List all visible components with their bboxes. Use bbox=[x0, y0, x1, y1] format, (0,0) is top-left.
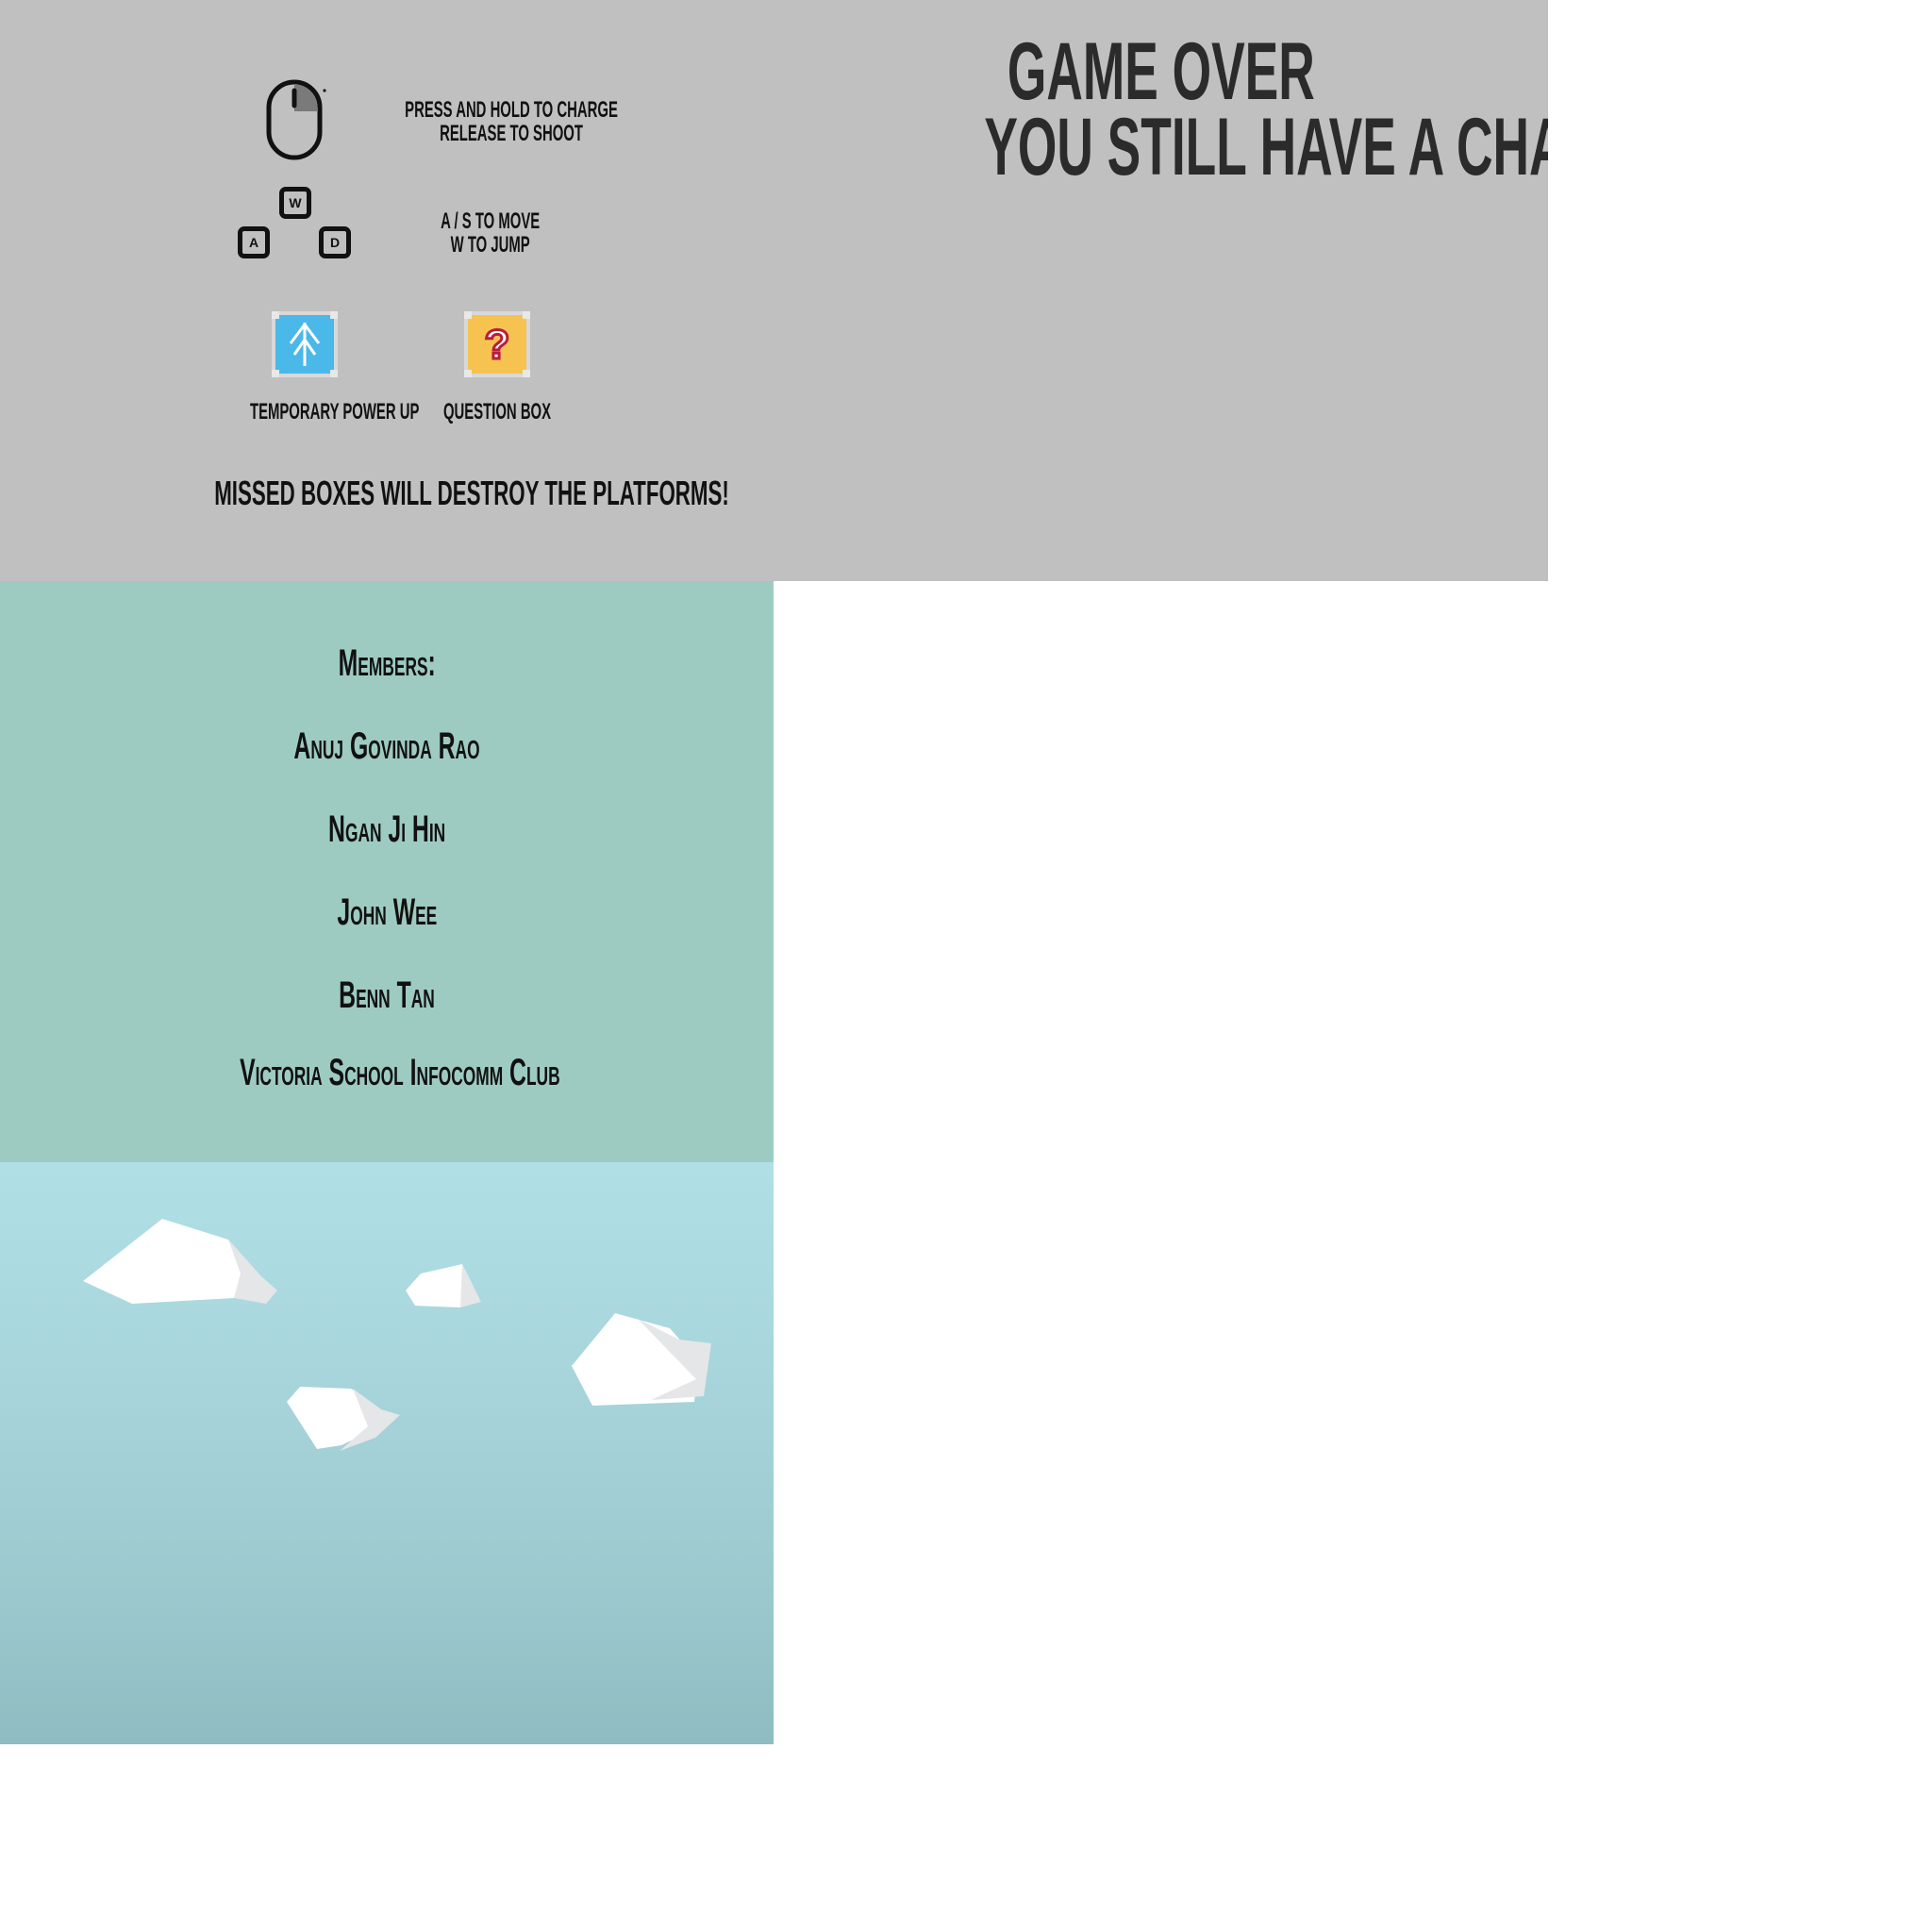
cloud-icon bbox=[572, 1313, 711, 1406]
cloud-icon bbox=[287, 1387, 400, 1451]
keyboard-w-key: W bbox=[279, 187, 311, 219]
question-box-label: QUESTION BOX bbox=[442, 399, 552, 425]
member-name: Benn Tan bbox=[339, 974, 435, 1016]
keyboard-d-key: D bbox=[319, 226, 351, 258]
question-box-icon: ? bbox=[464, 311, 530, 377]
game-over-subtitle: YOU STILL HAVE A CHANCE bbox=[984, 102, 1548, 192]
member-name: Anuj Govinda Rao bbox=[293, 725, 480, 767]
game-over-title: GAME OVER bbox=[1007, 26, 1315, 117]
mouse-instructions: PRESS AND HOLD TO CHARGE RELEASE TO SHOO… bbox=[340, 98, 632, 145]
sky-background bbox=[0, 1162, 774, 1744]
cloud-icon bbox=[83, 1219, 277, 1304]
warning-text: MISSED BOXES WILL DESTROY THE PLATFORMS! bbox=[214, 474, 729, 512]
keyboard-a-key: A bbox=[238, 226, 270, 258]
member-name: Ngan Ji Hin bbox=[327, 808, 446, 850]
clouds-layer bbox=[83, 1219, 711, 1451]
member-name: John Wee bbox=[337, 891, 437, 933]
credits-panel: Members: Anuj Govinda Rao Ngan Ji Hin Jo… bbox=[0, 581, 774, 1162]
mouse-icon bbox=[266, 79, 326, 160]
mouse-instruction-line2: RELEASE TO SHOOT bbox=[440, 121, 583, 147]
instructions-panel: PRESS AND HOLD TO CHARGE RELEASE TO SHOO… bbox=[0, 0, 1548, 581]
members-heading: Members: bbox=[338, 642, 436, 684]
movement-instructions: A / S TO MOVE W TO JUMP bbox=[377, 209, 604, 257]
question-mark: ? bbox=[485, 322, 510, 368]
cloud-icon bbox=[406, 1264, 481, 1307]
movement-instruction-line1: A / S TO MOVE bbox=[441, 208, 541, 234]
powerup-arrow-icon bbox=[272, 311, 338, 377]
movement-instruction-line2: W TO JUMP bbox=[450, 232, 531, 258]
powerup-label: TEMPORARY POWER UP bbox=[249, 399, 420, 425]
club-name: Victoria School Infocomm Club bbox=[240, 1052, 560, 1093]
mouse-instruction-line1: PRESS AND HOLD TO CHARGE bbox=[405, 97, 618, 123]
